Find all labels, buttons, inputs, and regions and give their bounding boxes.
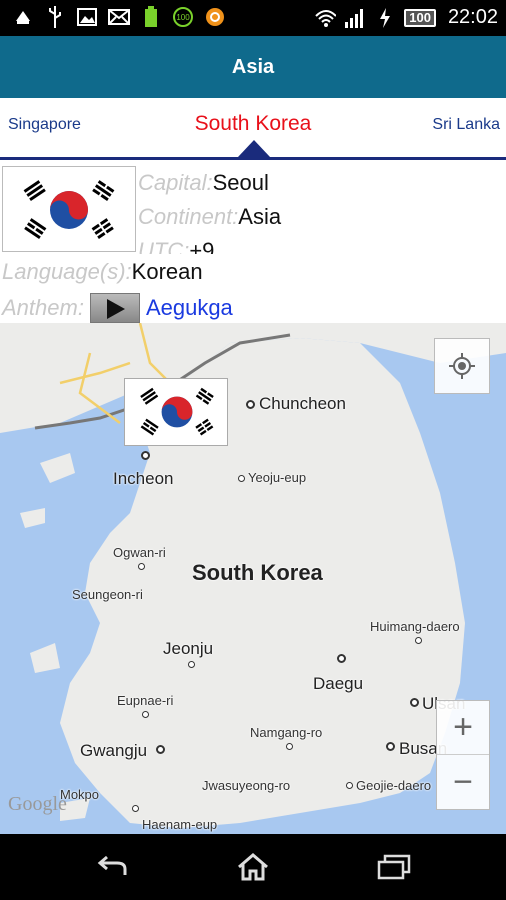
image-icon [76, 6, 98, 28]
city-dot [346, 782, 353, 789]
map-label-jeonju: Jeonju [163, 639, 214, 658]
circle-100-icon: 100 [172, 6, 194, 28]
svg-text:100: 100 [176, 13, 190, 22]
map-label-geojie: Geojie-daero [356, 778, 432, 793]
city-dot [138, 563, 145, 570]
city-dot [415, 637, 422, 644]
map-label-jwasu: Jwasuyeong-ro [202, 778, 291, 793]
home-icon [238, 853, 268, 881]
tab-south-korea[interactable]: South Korea [0, 112, 506, 136]
utc-row: UTC:+9 [138, 238, 214, 254]
tab-sri-lanka[interactable]: Sri Lanka [432, 116, 500, 134]
map-label-seungeon: Seungeon-ri [72, 587, 143, 602]
my-location-button[interactable] [434, 338, 490, 394]
map-label-incheon: Incheon [113, 469, 174, 488]
recent-apps-icon [377, 854, 411, 880]
map-view[interactable]: Chuncheon Incheon Yeoju-eup Ogwan-ri Sou… [0, 323, 506, 834]
continent-label: Continent: [138, 204, 239, 229]
city-dot [337, 654, 346, 663]
map-label-daegu: Daegu [313, 674, 364, 693]
back-button[interactable] [92, 850, 132, 884]
city-dot [132, 805, 139, 812]
utc-label: UTC: [138, 238, 190, 254]
map-label-namgang: Namgang-ro [250, 725, 323, 740]
city-dot [246, 400, 255, 409]
south-korea-flag-icon [13, 173, 125, 247]
city-dot [386, 742, 395, 751]
map-label-gwangju: Gwangju [80, 741, 148, 760]
signal-icon [344, 7, 366, 29]
map-label-haenam: Haenam-eup [142, 817, 218, 832]
navigation-bar [0, 834, 506, 900]
capital-value: Seoul [212, 170, 269, 195]
charging-icon [374, 7, 396, 29]
wifi-icon [314, 7, 337, 29]
city-dot [141, 451, 150, 460]
status-time: 22:02 [447, 6, 498, 28]
app-bar: Asia [0, 36, 506, 98]
city-dot [142, 711, 149, 718]
circle-orange-icon [204, 6, 226, 28]
mail-icon [108, 6, 130, 28]
usb-debug-icon [12, 6, 34, 28]
city-dot [188, 661, 195, 668]
map-label-ogwan: Ogwan-ri [113, 545, 166, 560]
status-bar: 100 100 22:02 [0, 0, 506, 36]
location-target-icon [449, 353, 475, 379]
anthem-label: Anthem: [2, 295, 84, 320]
continent-value: Asia [238, 204, 282, 229]
map-label-chuncheon: Chuncheon [259, 394, 346, 413]
city-dot [238, 475, 245, 482]
map-label-eupnae: Eupnae-ri [117, 693, 174, 708]
city-dot [410, 698, 419, 707]
language-value: Korean [131, 259, 203, 284]
capital-row: Capital:Seoul [138, 170, 269, 196]
utc-value: +9 [189, 238, 215, 254]
google-logo: Google [8, 793, 67, 815]
language-row: Language(s):Korean [2, 259, 203, 285]
play-anthem-button[interactable] [89, 293, 140, 323]
continent-row: Continent:Asia [138, 204, 281, 230]
home-button[interactable] [233, 850, 273, 884]
capital-label: Capital: [138, 170, 213, 195]
city-dot [286, 743, 293, 750]
anthem-row: Anthem: Aegukga [2, 293, 233, 323]
zoom-out-button[interactable]: − [437, 755, 489, 809]
page-title: Asia [231, 55, 275, 78]
map-label-country: South Korea [192, 560, 323, 585]
anthem-link[interactable]: Aegukga [146, 295, 233, 321]
language-label: Language(s): [2, 259, 132, 284]
battery-level: 100 [404, 8, 436, 27]
battery-icon [140, 6, 162, 28]
zoom-in-button[interactable]: + [437, 701, 489, 755]
flag-image [2, 166, 136, 252]
recent-apps-button[interactable] [374, 850, 414, 884]
map-label-huimang: Huimang-daero [370, 619, 460, 634]
city-dot [156, 745, 165, 754]
tab-indicator [238, 140, 270, 157]
usb-icon [44, 6, 66, 28]
map-flag-marker[interactable] [124, 378, 228, 446]
south-korea-flag-icon [131, 382, 223, 442]
map-label-yeoju: Yeoju-eup [248, 470, 307, 485]
back-icon [97, 855, 127, 875]
country-info: Capital:Seoul Continent:Asia UTC:+9 Lang… [0, 160, 506, 323]
zoom-controls: + − [436, 700, 490, 810]
